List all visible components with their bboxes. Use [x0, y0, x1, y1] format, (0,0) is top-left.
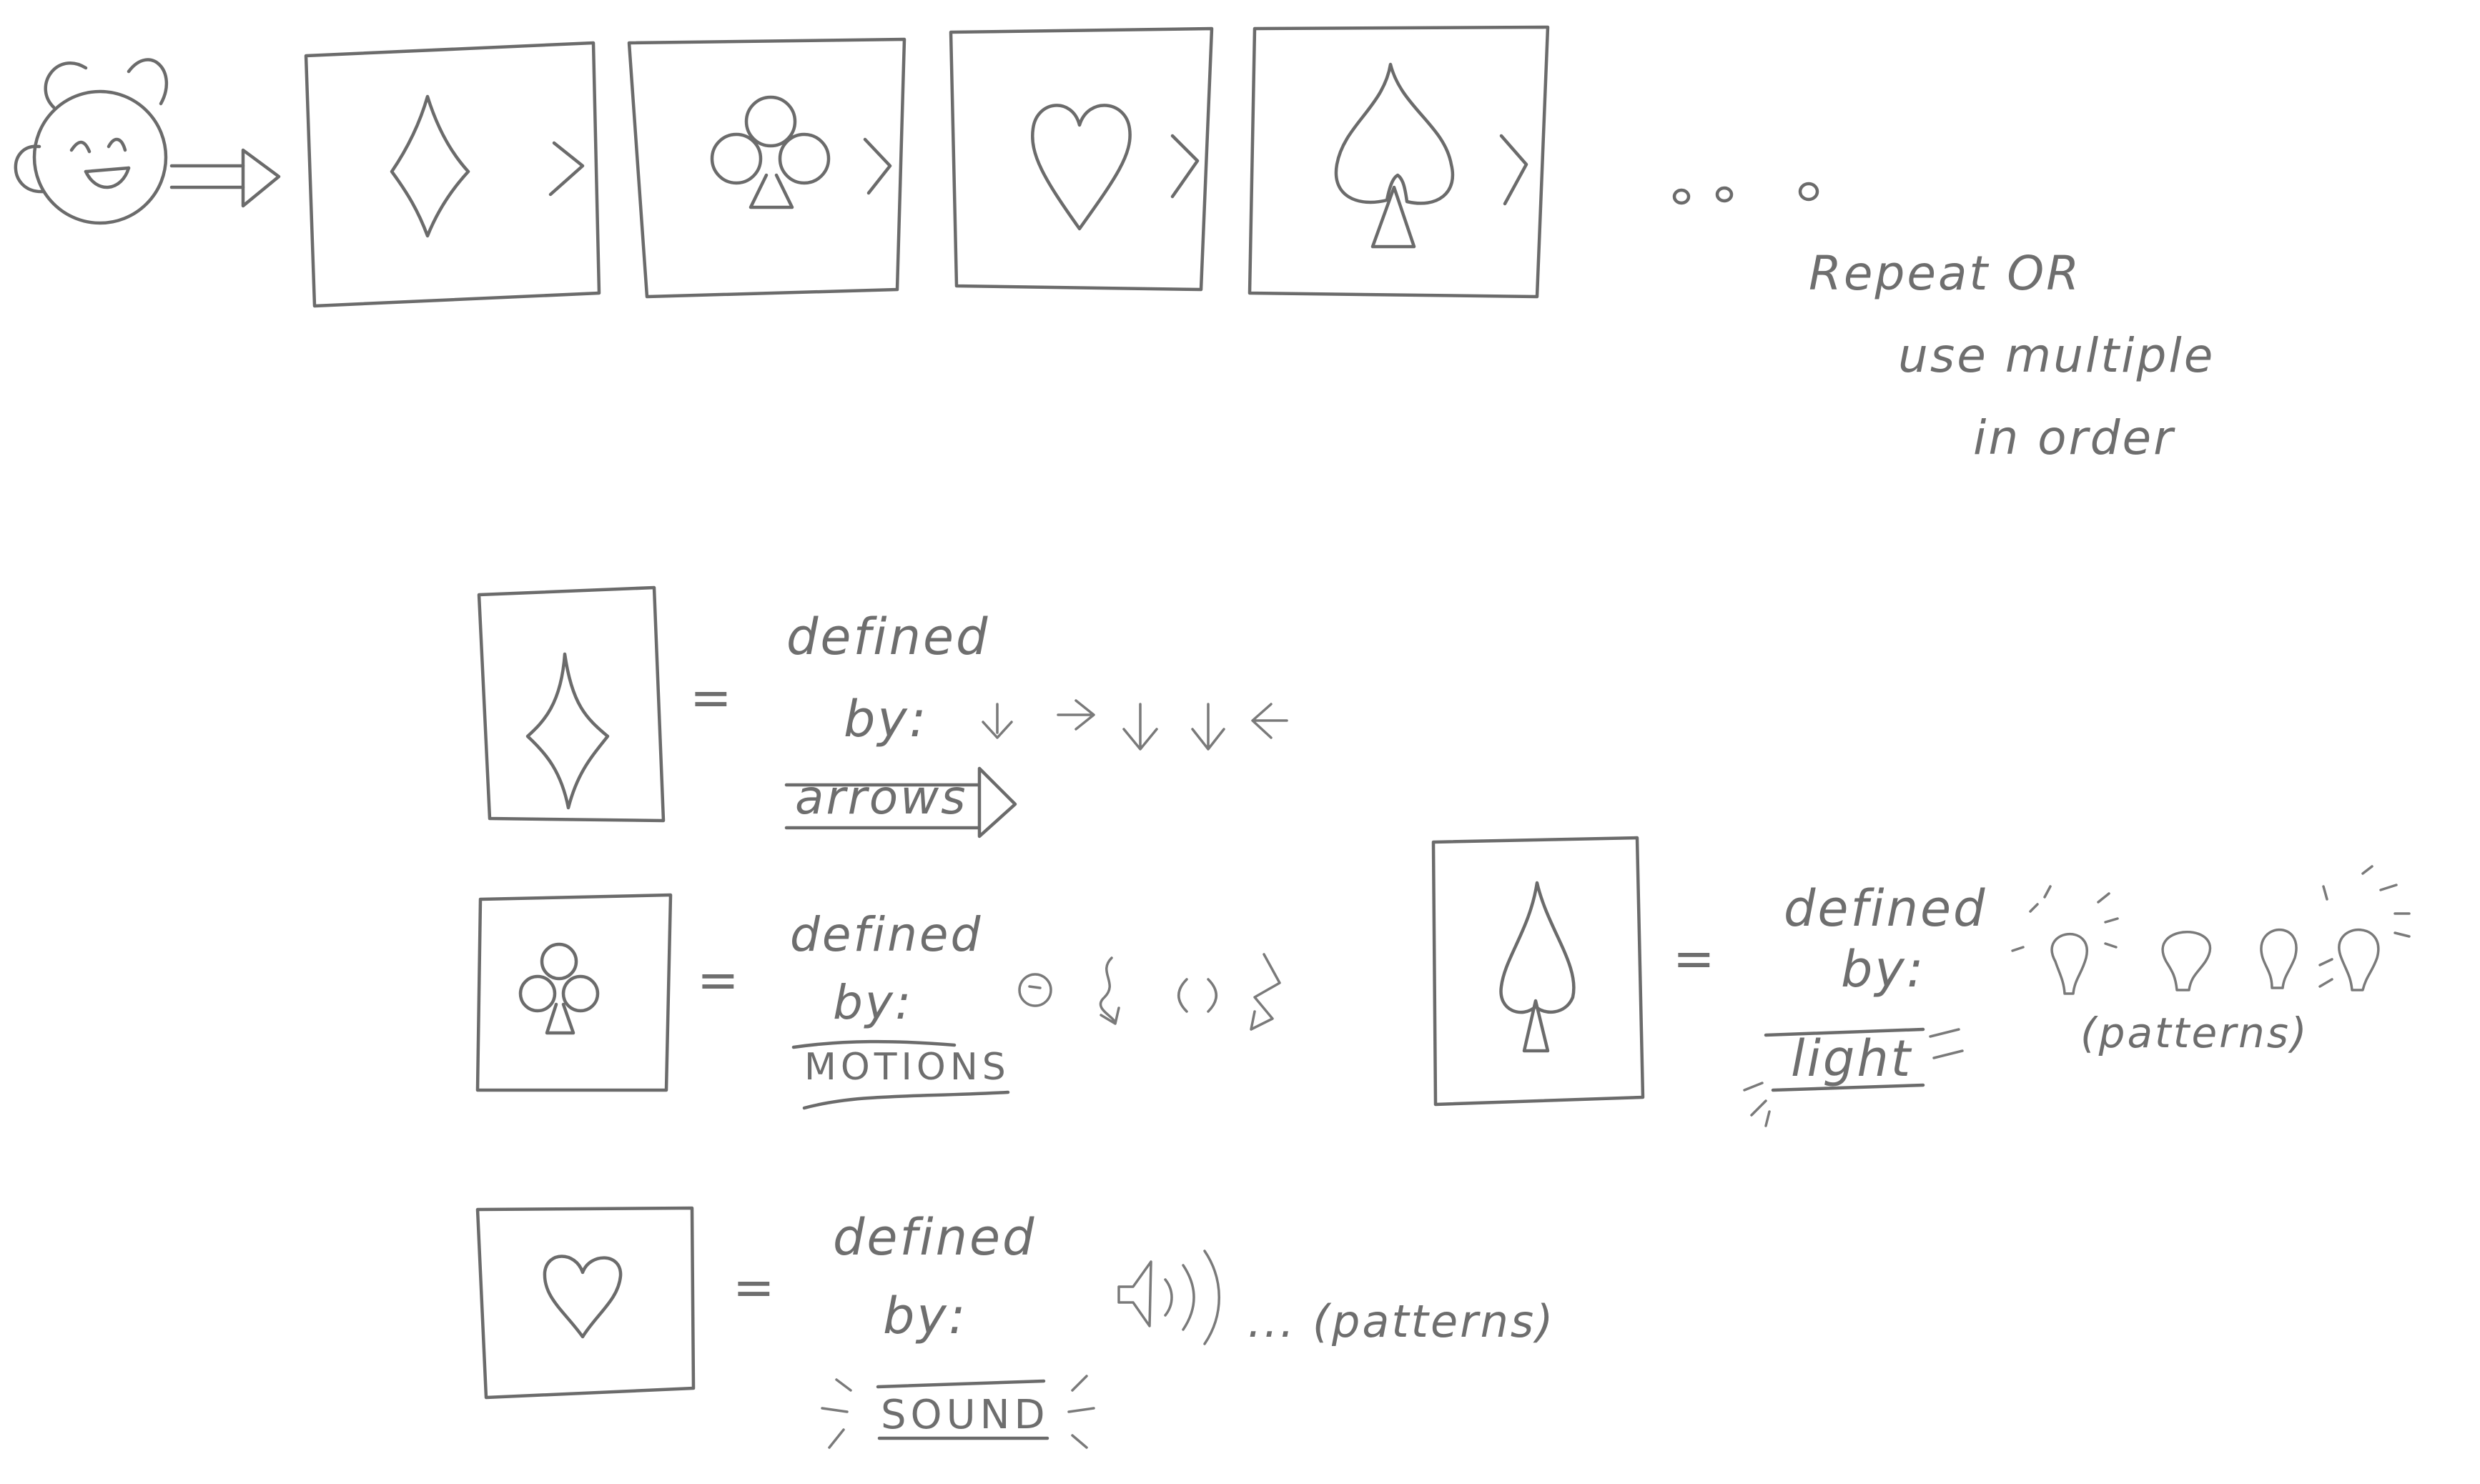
- spade-by-text: by:: [1841, 940, 1925, 999]
- heart-icon: [1031, 104, 1132, 231]
- equals-sign: =: [690, 668, 734, 727]
- club-icon: [710, 95, 831, 209]
- sequence-card-spade: [1248, 25, 1550, 299]
- heart-icon: [543, 1255, 623, 1339]
- diamond-by-text: by:: [844, 690, 928, 748]
- spade-label-light: light: [1791, 1029, 1912, 1088]
- arrow-left-icon: [1251, 703, 1288, 739]
- note-line-2: use multiple: [1898, 328, 2215, 383]
- club-label-motions: MOTIONS: [804, 1046, 1010, 1089]
- arrow-down-icon: [1191, 703, 1225, 751]
- zigzag-down-icon: [1250, 953, 1281, 1031]
- lightbulb-on-icon: [2318, 865, 2411, 991]
- equals-sign: =: [697, 951, 741, 1009]
- arrow-right-icon: [169, 148, 281, 208]
- sequence-card-diamond: [304, 41, 601, 308]
- heart-patterns-text: ... (patterns): [1248, 1295, 1555, 1347]
- spade-patterns-text: (patterns): [2080, 1009, 2309, 1057]
- diamond-defined-text: defined: [786, 608, 989, 666]
- club-icon: [518, 942, 600, 1035]
- heart-label-sound: SOUND: [881, 1392, 1049, 1438]
- equals-sign: =: [733, 1258, 777, 1317]
- diamond-icon: [390, 94, 470, 238]
- lightbulb-off-icon: [2260, 928, 2298, 989]
- diamond-icon: [525, 652, 610, 810]
- diamond-label-arrows: arrows: [795, 770, 967, 825]
- rotate-icon: [1018, 973, 1052, 1007]
- spade-icon: [1334, 62, 1455, 249]
- club-defined-text: defined: [790, 907, 982, 962]
- lightbulb-sequence: [2011, 865, 2411, 995]
- definition-club: [475, 893, 673, 1092]
- person-icon: [14, 58, 169, 225]
- heart-by-text: by:: [883, 1287, 967, 1345]
- definition-heart: [475, 1206, 696, 1400]
- heart-defined-text: defined: [833, 1208, 1036, 1267]
- continuation-dots: [1672, 182, 1819, 205]
- motion-sequence: [1018, 953, 1281, 1031]
- speaker-icon: [1117, 1250, 1220, 1345]
- outward-motion-icon: [1177, 978, 1217, 1013]
- club-by-text: by:: [833, 975, 913, 1030]
- chevron-right-icon: [1170, 134, 1200, 199]
- chevron-right-icon: [548, 141, 585, 197]
- arrow-down-icon: [1122, 703, 1158, 751]
- note-line-3: in order: [1973, 410, 2175, 465]
- arrow-down-icon: [982, 703, 1013, 739]
- sequence-card-club: [627, 37, 906, 299]
- equals-sign: =: [1673, 929, 1717, 988]
- arrow-right-icon: [1057, 699, 1095, 731]
- sketch-canvas: Repeat OR use multiple in order = define…: [14, 25, 2411, 1449]
- definition-spade: [1431, 836, 1645, 1107]
- chevron-right-icon: [863, 137, 892, 195]
- note-line-1: Repeat OR: [1809, 246, 2081, 301]
- spade-defined-text: defined: [1784, 879, 1987, 938]
- chevron-right-icon: [1499, 134, 1528, 206]
- lightbulb-on-icon: [2011, 885, 2119, 995]
- sequence-card-heart: [949, 26, 1214, 292]
- spade-icon: [1499, 881, 1576, 1053]
- squiggle-down-icon: [1099, 956, 1120, 1025]
- definition-diamond: [477, 585, 666, 823]
- arrow-sequence: [982, 699, 1288, 751]
- lightbulb-off-icon: [2161, 931, 2212, 991]
